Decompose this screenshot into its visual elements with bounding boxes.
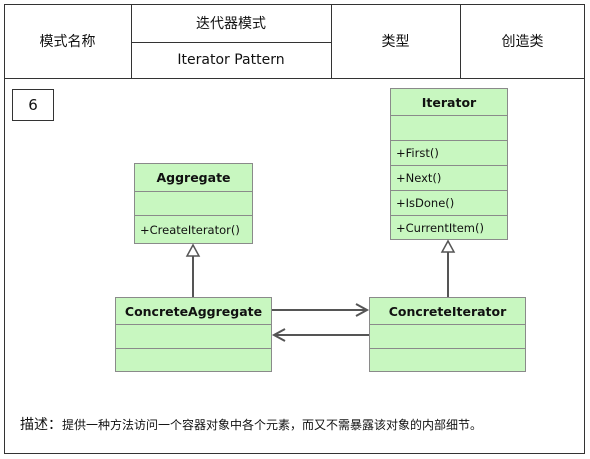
description-text: 提供一种方法访问一个容器对象中各个元素，而又不需暴露该对象的内部细节。 [62,418,483,432]
relationship-arrows [185,239,456,342]
description-label: 描述： [20,417,62,433]
description: 描述：提供一种方法访问一个容器对象中各个元素，而又不需暴露该对象的内部细节。 [20,414,482,434]
inheritance-arrowhead-iterator [440,239,456,253]
inheritance-arrowhead-aggregate [185,243,201,257]
